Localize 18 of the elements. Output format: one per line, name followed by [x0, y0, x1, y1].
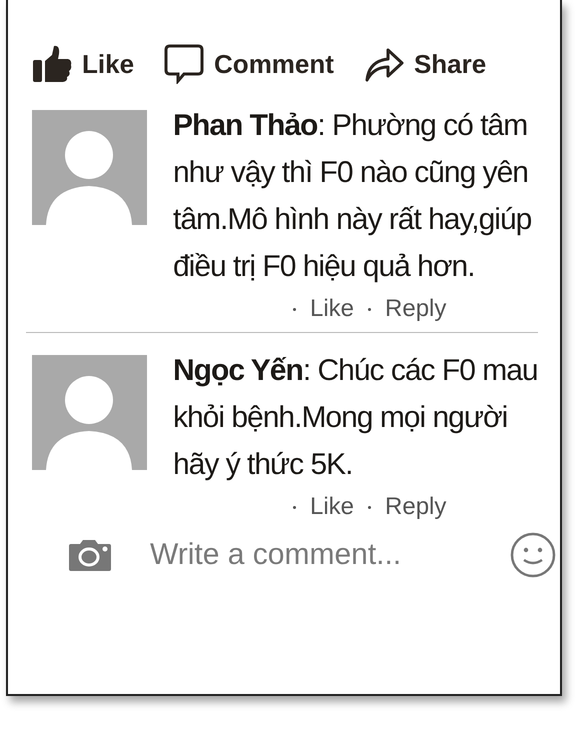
share-button[interactable]: Share	[364, 45, 486, 83]
separator-dot-icon	[293, 308, 296, 310]
comment-text: Phan Thảo: Phường có tâm như vậy thì F0 nào cũng yên tâm.Mô hình này rất hay,giúp điều trị F0 hiệu quả hơn.	[173, 108, 532, 285]
reply-link[interactable]: Reply	[385, 493, 446, 521]
thumbs-up-icon	[32, 45, 72, 83]
like-button[interactable]: Like	[32, 45, 134, 83]
comment-text: Ngọc Yến: Chúc các F0 mau khỏi bệnh.Mong mọi người hãy ý thức 5K.	[173, 353, 539, 483]
separator-dot-icon	[368, 506, 372, 508]
camera-icon[interactable]	[68, 539, 112, 571]
separator-dot-icon	[368, 308, 372, 310]
like-link[interactable]: Like	[310, 295, 354, 323]
reply-link[interactable]: Reply	[385, 295, 446, 323]
speech-bubble-icon	[164, 44, 204, 84]
smiley-icon[interactable]	[510, 532, 556, 578]
comment-button[interactable]: Comment	[164, 44, 334, 84]
comment-field[interactable]: Write a comment...	[150, 538, 472, 572]
like-link[interactable]: Like	[310, 493, 354, 521]
separator-dot-icon	[293, 506, 296, 508]
